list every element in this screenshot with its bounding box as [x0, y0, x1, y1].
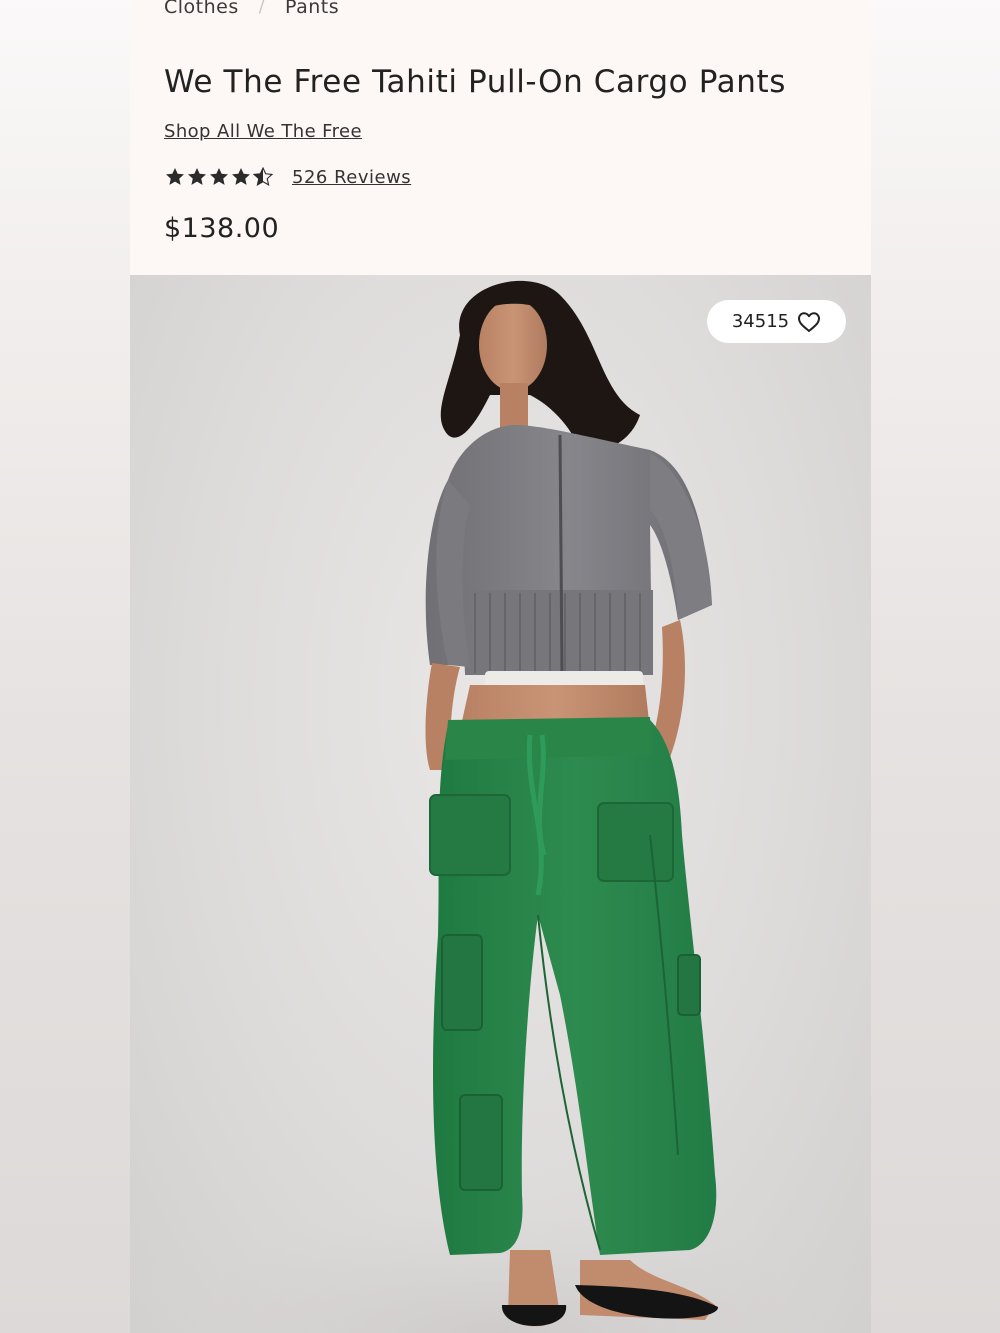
- product-price: $138.00: [164, 213, 280, 244]
- product-image[interactable]: 34515: [130, 275, 871, 1333]
- rating-stars: [164, 166, 274, 188]
- product-page: Clothes / Pants We The Free Tahiti Pull-…: [130, 0, 871, 1333]
- breadcrumb-separator: /: [258, 0, 265, 17]
- star-filled-icon: [232, 168, 250, 185]
- breadcrumb: Clothes / Pants: [164, 0, 339, 20]
- reviews-link[interactable]: 526 Reviews: [292, 167, 411, 188]
- shop-brand-link[interactable]: Shop All We The Free: [164, 121, 362, 142]
- star-filled-icon: [166, 168, 184, 185]
- star-filled-icon: [188, 168, 206, 185]
- star-half-icon: [252, 166, 274, 186]
- heart-outline-icon: [798, 311, 821, 332]
- favorite-button[interactable]: 34515: [707, 300, 846, 343]
- breadcrumb-item-pants[interactable]: Pants: [285, 0, 339, 18]
- product-rating: 526 Reviews: [164, 163, 411, 191]
- model-photo: [130, 280, 871, 1333]
- favorite-count: 34515: [731, 311, 790, 332]
- breadcrumb-item-clothes[interactable]: Clothes: [164, 0, 239, 18]
- star-filled-icon: [210, 168, 228, 185]
- product-title: We The Free Tahiti Pull-On Cargo Pants: [164, 64, 786, 100]
